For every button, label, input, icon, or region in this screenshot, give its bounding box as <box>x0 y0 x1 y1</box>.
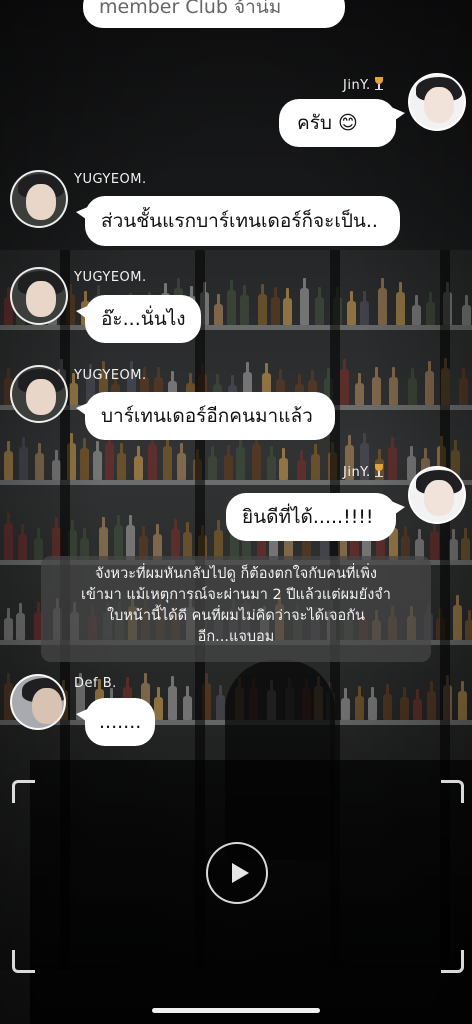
avatar-def-b[interactable] <box>10 674 66 730</box>
frame-corner-bottom-right <box>441 950 464 973</box>
cocktail-icon <box>374 464 384 477</box>
home-indicator[interactable] <box>152 1008 320 1013</box>
message-text: บาร์เทนเดอร์อีกคนมาแล้ว <box>101 405 313 427</box>
avatar-yugyeom[interactable] <box>10 365 68 423</box>
message-text: ยินดีที่ได้.....!!!! <box>242 506 374 528</box>
sender-name: JinY. <box>343 77 384 93</box>
message-bubble-left: อ๊ะ...นั่นไง <box>76 295 201 343</box>
message-bubble-left: บาร์เทนเดอร์อีกคนมาแล้ว <box>76 392 335 440</box>
message-text: ครับ 😊 <box>297 112 358 134</box>
narration-line: ใบหน้านี้ได้ดี คนที่ผมไม่คิดว่าจะได้เจอก… <box>107 608 365 624</box>
message-text: ....... <box>99 711 142 733</box>
narration-box: จังหวะที่ผมหันกลับไปดู ก็ต้องตกใจกับคนที… <box>41 556 431 662</box>
message-bubble-left: ส่วนชั้นแรกบาร์เทนเดอร์ก็จะเป็น.. <box>76 196 400 246</box>
message-text: อ๊ะ...นั่นไง <box>101 308 186 330</box>
avatar-yugyeom[interactable] <box>10 267 68 325</box>
message-bubble-right: ยินดีที่ได้.....!!!! <box>226 493 405 541</box>
message-bubble-right: ครับ 😊 <box>279 99 405 147</box>
narration-line: เข้ามา แม้เหตุการณ์จะผ่านมา 2 ปีแล้วแต่ผ… <box>81 587 391 603</box>
narration-line: จังหวะที่ผมหันกลับไปดู ก็ต้องตกใจกับคนที… <box>94 566 378 582</box>
message-bubble-left: ....... <box>76 698 155 746</box>
sender-name: YUGYEOM. <box>74 172 147 187</box>
sender-name: YUGYEOM. <box>74 270 147 285</box>
partial-message-bubble: member Club จ้าน่ม <box>83 0 345 28</box>
message-text: ส่วนชั้นแรกบาร์เทนเดอร์ก็จะเป็น.. <box>101 210 378 232</box>
sender-name-text: JinY. <box>343 465 371 480</box>
avatar-jiny[interactable] <box>408 73 466 131</box>
avatar-yugyeom[interactable] <box>10 170 68 228</box>
frame-corner-top-left <box>12 780 35 803</box>
play-icon[interactable] <box>206 842 268 904</box>
frame-corner-bottom-left <box>12 950 35 973</box>
frame-corner-top-right <box>441 780 464 803</box>
avatar-jiny[interactable] <box>408 466 466 524</box>
sender-name: YUGYEOM. <box>74 368 147 383</box>
sender-name: JinY. <box>343 464 384 480</box>
sender-name: Def B. <box>74 676 117 691</box>
narration-line: อีก...แจบอม <box>197 629 275 645</box>
sender-name-text: JinY. <box>343 78 371 93</box>
cocktail-icon <box>374 77 384 90</box>
message-text: member Club จ้าน่ม <box>99 0 282 18</box>
